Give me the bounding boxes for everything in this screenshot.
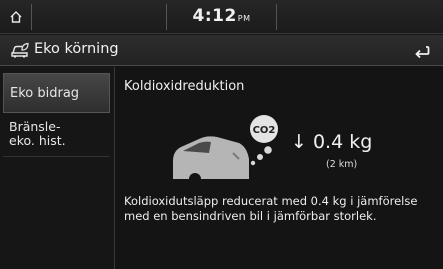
main-content: Koldioxidreduktion CO2 ↓ 0.4 kg (2 km) K… (116, 67, 443, 269)
eco-driving-screen: 4:12PM Eko körning Eko bidrag Bränsle- e… (0, 0, 443, 269)
sidebar-item-eco-contribution[interactable]: Eko bidrag (3, 73, 110, 113)
section-heading: Koldioxidreduktion (124, 79, 245, 94)
title-bar: Eko körning (0, 35, 443, 66)
sidebar-item-fuel-eco-history[interactable]: Bränsle- eko. hist. (3, 115, 110, 155)
clock-time: 4:12 (192, 6, 237, 26)
sidebar-item-label: Eko bidrag (10, 86, 80, 101)
car-co2-illustration: CO2 (173, 115, 278, 183)
co2-bubble-label: CO2 (253, 125, 276, 136)
status-bar: 4:12PM (0, 0, 443, 34)
co2-amount: ↓ 0.4 kg (291, 131, 372, 153)
sidebar-divider (3, 156, 110, 157)
eco-car-icon (11, 42, 29, 58)
sidebar: Eko bidrag Bränsle- eko. hist. (0, 67, 115, 269)
description-text: Koldioxidutsläpp reducerat med 0.4 kg i … (124, 194, 418, 223)
clock: 4:12PM (0, 6, 443, 26)
down-arrow-icon: ↓ (291, 131, 307, 153)
back-button[interactable] (401, 35, 443, 66)
distance-label: (2 km) (326, 159, 358, 170)
back-arrow-icon (415, 45, 430, 58)
sidebar-item-label: Bränsle- (9, 119, 61, 134)
page-title: Eko körning (34, 41, 119, 57)
clock-ampm: PM (237, 14, 251, 23)
co2-amount-value: 0.4 kg (312, 131, 373, 153)
sidebar-item-label: eko. hist. (9, 133, 66, 148)
